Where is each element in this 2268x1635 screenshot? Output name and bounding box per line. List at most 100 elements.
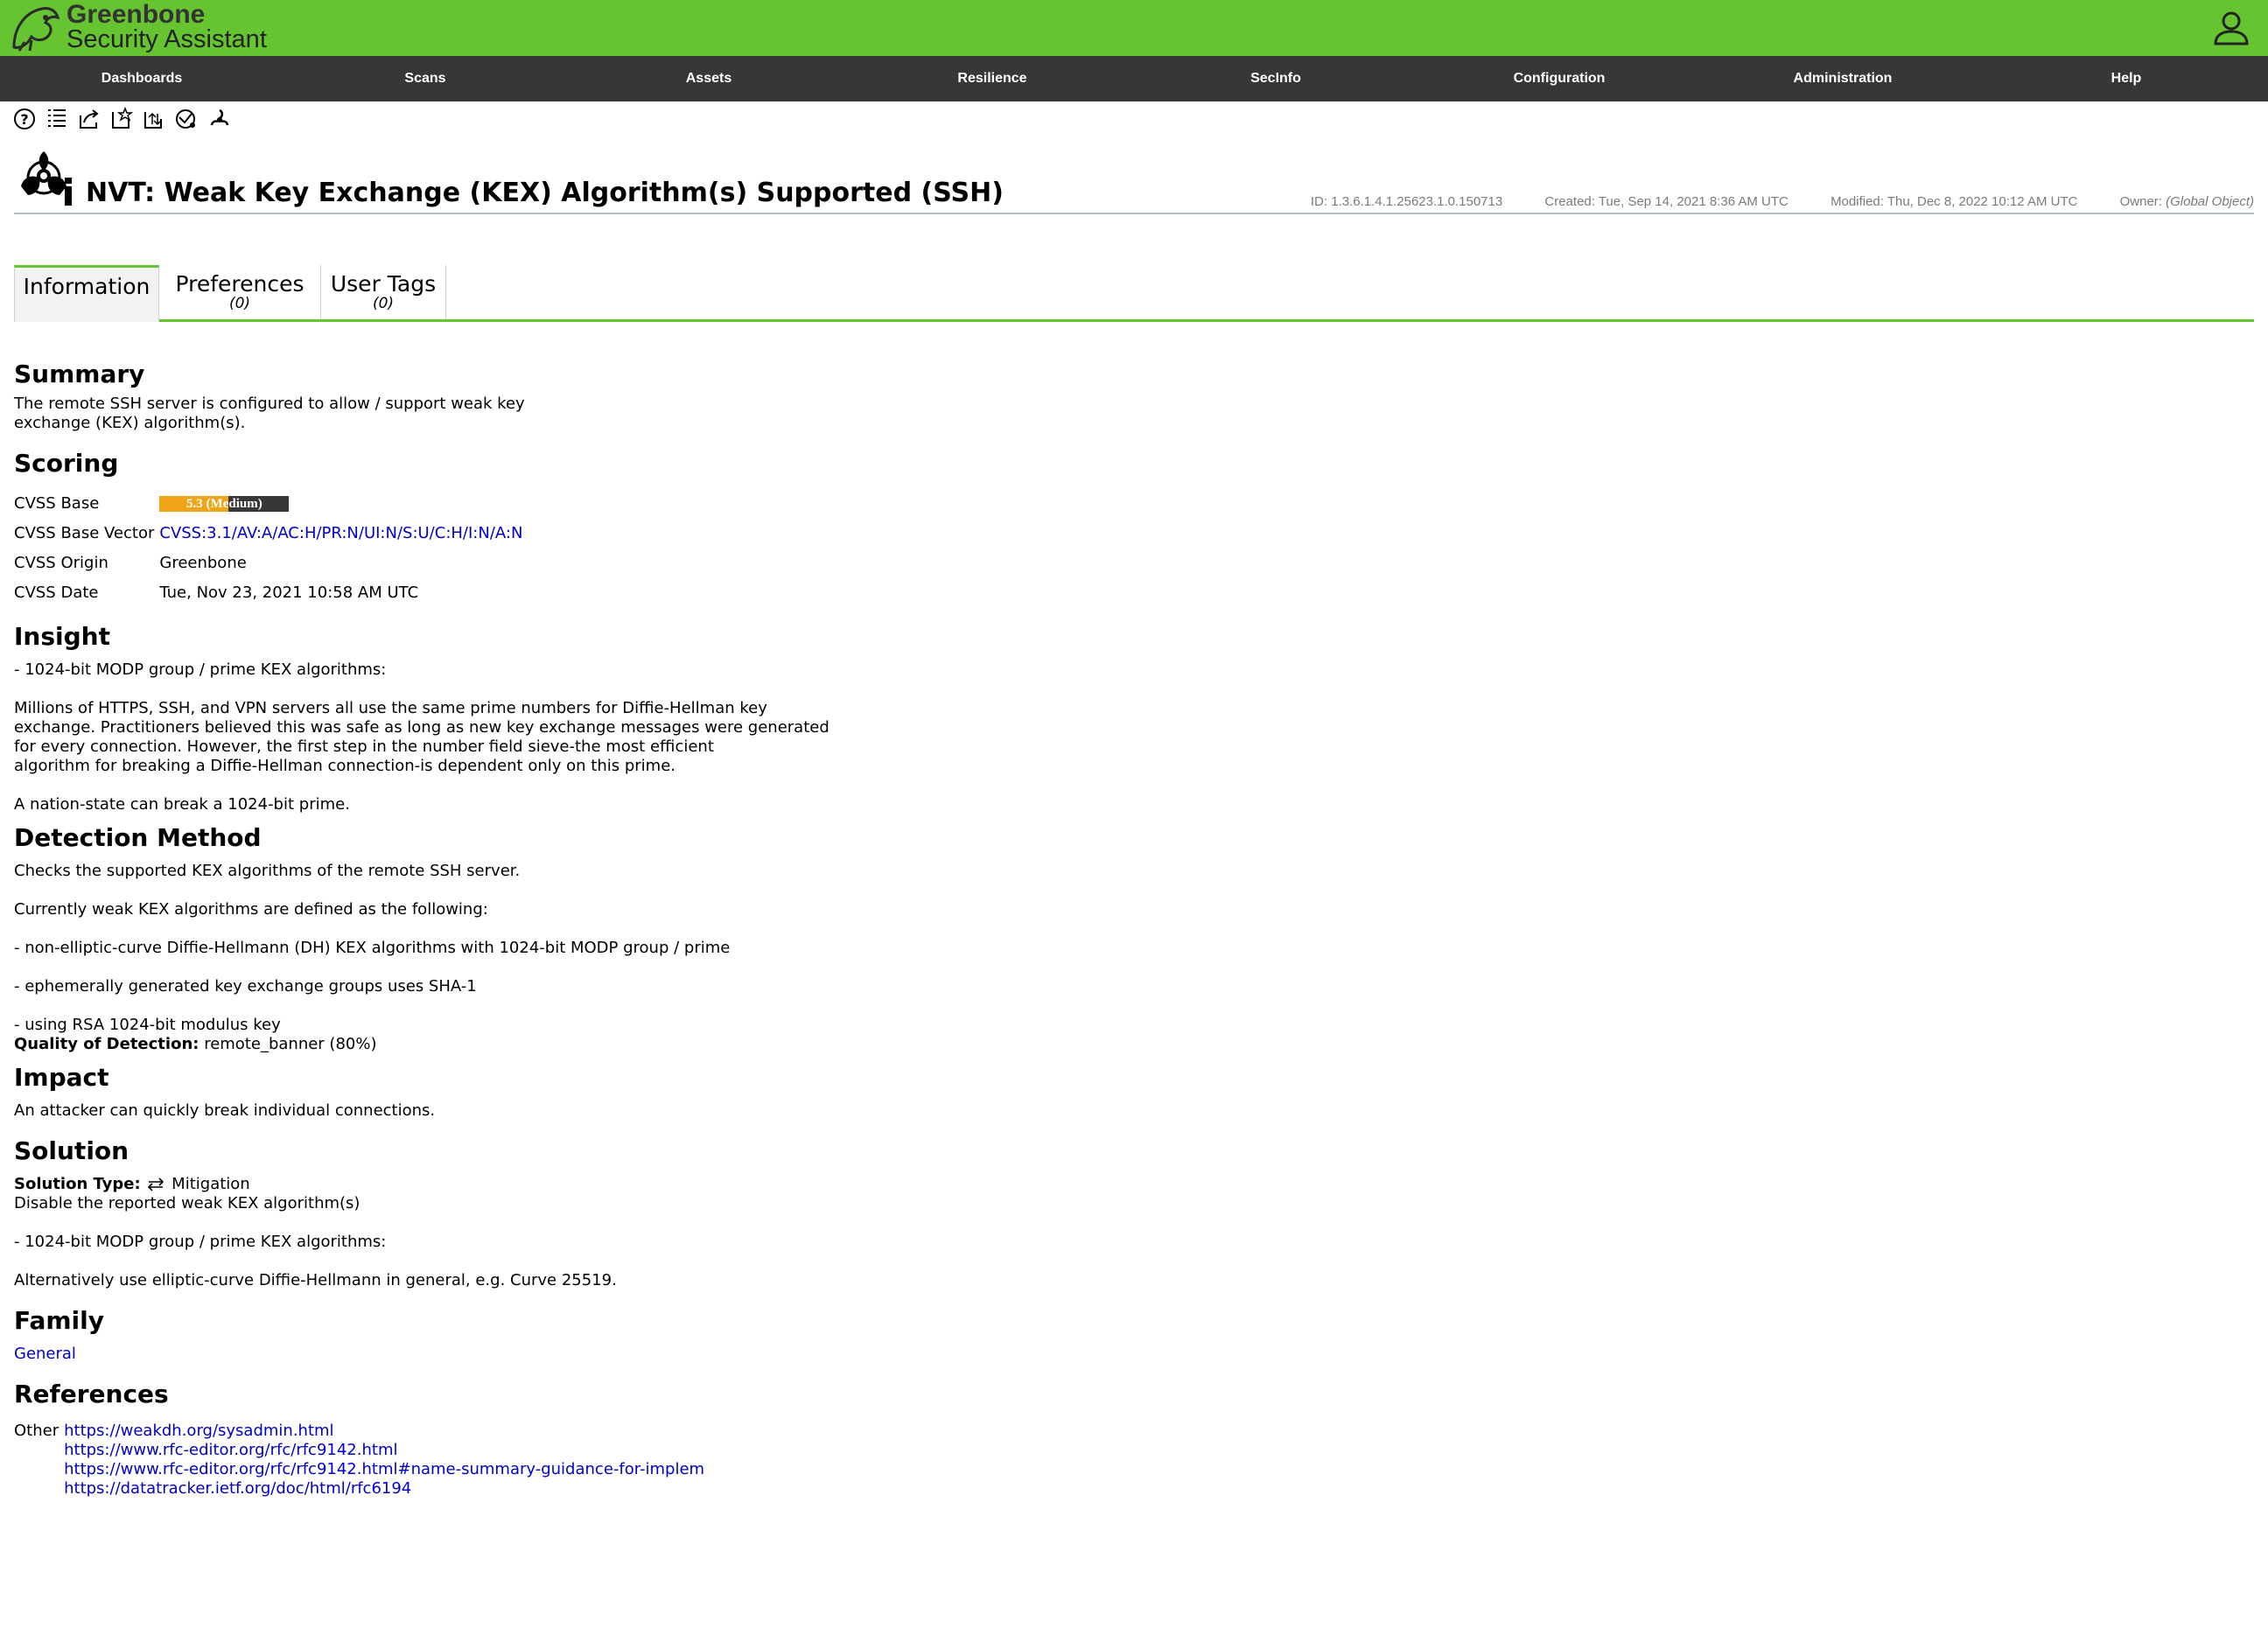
brand: Greenbone Security Assistant (66, 2, 267, 52)
insight-text: for every connection. However, the first… (14, 737, 714, 756)
scoring-section: Scoring CVSS Base 5.3 (Medium) CVSS Base… (14, 444, 1326, 613)
brand-name: Greenbone (66, 0, 206, 29)
references-heading: References (14, 1380, 169, 1408)
export-icon[interactable] (77, 107, 102, 131)
top-bar: Greenbone Security Assistant (0, 0, 2268, 57)
menu-dashboards[interactable]: Dashboards (54, 56, 229, 101)
tab-label: Information (23, 274, 150, 299)
qod-label: Quality of Detection: (14, 1035, 200, 1053)
insight-heading: Insight (14, 622, 110, 651)
menu-secinfo[interactable]: SecInfo (1188, 56, 1363, 101)
entity-meta: ID: 1.3.6.1.4.1.25623.1.0.150713 Created… (1272, 194, 2254, 209)
family-heading: Family (14, 1306, 105, 1335)
solution-type-label: Solution Type: (14, 1175, 141, 1193)
insight-text: A nation-state can break a 1024-bit prim… (14, 795, 350, 814)
severity-bar: 5.3 (Medium) (159, 496, 290, 512)
detection-text: Checks the supported KEX algorithms of t… (14, 862, 521, 880)
insight-section: Insight - 1024-bit MODP group / prime KE… (14, 617, 1326, 814)
tab-information[interactable]: Information (14, 265, 159, 322)
insight-text: - 1024-bit MODP group / prime KEX algori… (14, 660, 387, 679)
tab-preferences[interactable]: Preferences (0) (159, 265, 321, 319)
insight-text: Millions of HTTPS, SSH, and VPN servers … (14, 699, 767, 717)
impact-section: Impact An attacker can quickly break ind… (14, 1058, 1326, 1121)
vulnerabilities-icon[interactable] (207, 107, 232, 131)
qod-line: Quality of Detection: remote_banner (80%… (14, 1035, 1326, 1054)
family-link[interactable]: General (14, 1345, 76, 1363)
solution-text: Disable the reported weak KEX algorithm(… (14, 1194, 360, 1212)
menu-configuration[interactable]: Configuration (1472, 56, 1647, 101)
entity-modified: Modified: Thu, Dec 8, 2022 10:12 AM UTC (1830, 194, 2078, 209)
owner-value: (Global Object) (2166, 194, 2254, 209)
family-section: Family General (14, 1301, 1326, 1364)
menu-scans[interactable]: Scans (338, 56, 513, 101)
reference-link[interactable]: https://www.rfc-editor.org/rfc/rfc9142.h… (64, 1441, 397, 1459)
solution-section: Solution Solution Type: Mitigation Disab… (14, 1131, 1326, 1290)
solution-type-value: Mitigation (172, 1175, 250, 1193)
severity-text: 5.3 (Medium) (186, 497, 262, 511)
menu-help[interactable]: Help (2039, 56, 2214, 101)
results-icon[interactable] (174, 107, 199, 131)
detection-text: Currently weak KEX algorithms are define… (14, 900, 488, 919)
summary-line: exchange (KEX) algorithm(s). (14, 414, 246, 432)
entity-owner: Owner: (Global Object) (2120, 194, 2254, 209)
scoring-heading: Scoring (14, 449, 119, 478)
mitigation-icon (148, 1177, 164, 1191)
cvss-vector-link[interactable]: CVSS:3.1/AV:A/AC:H/PR:N/UI:N/S:U/C:H/I:N… (159, 524, 522, 542)
impact-text: An attacker can quickly break individual… (14, 1101, 436, 1120)
references-section: References Other https://weakdh.org/sysa… (14, 1374, 1326, 1499)
menu-assets[interactable]: Assets (621, 56, 796, 101)
entity-id: ID: 1.3.6.1.4.1.25623.1.0.150713 (1310, 194, 1503, 209)
qod-value: remote_banner (80%) (199, 1035, 377, 1053)
page-header: NVT: Weak Key Exchange (KEX) Algorithm(s… (14, 144, 2254, 214)
cvss-origin-label: CVSS Origin (14, 554, 108, 572)
insight-text: exchange. Practitioners believed this wa… (14, 718, 830, 737)
tab-count: (0) (372, 295, 395, 312)
page-title: NVT: Weak Key Exchange (KEX) Algorithm(s… (86, 178, 1004, 208)
tab-bar: Information Preferences (0) User Tags (0… (14, 265, 2254, 322)
reference-link[interactable]: https://www.rfc-editor.org/rfc/rfc9142.h… (64, 1460, 704, 1478)
reference-link[interactable]: https://datatracker.ietf.org/doc/html/rf… (64, 1479, 411, 1498)
list-icon[interactable] (45, 107, 69, 131)
cvss-base-label: CVSS Base (14, 494, 100, 513)
impact-heading: Impact (14, 1063, 109, 1092)
svg-text:?: ? (20, 111, 28, 128)
toolbar: ? (12, 107, 235, 133)
brand-subtitle: Security Assistant (66, 25, 267, 53)
nvt-details: Summary The remote SSH server is configu… (14, 354, 1326, 1502)
detection-text: - non-elliptic-curve Diffie-Hellmann (DH… (14, 939, 731, 957)
tab-user-tags[interactable]: User Tags (0) (321, 265, 446, 319)
cvss-vector-label: CVSS Base Vector (14, 524, 155, 542)
menu-administration[interactable]: Administration (1755, 56, 1930, 101)
references-table: Other https://weakdh.org/sysadmin.html h… (14, 1422, 704, 1499)
cvss-origin-value: Greenbone (159, 554, 247, 572)
reference-link[interactable]: https://weakdh.org/sysadmin.html (64, 1422, 333, 1440)
greenbone-logo-icon[interactable] (7, 2, 63, 54)
owner-label: Owner: (2119, 194, 2166, 209)
scoring-table: CVSS Base 5.3 (Medium) CVSS Base Vector … (14, 494, 528, 613)
references-other-label: Other (14, 1422, 60, 1440)
detection-section: Detection Method Checks the supported KE… (14, 818, 1326, 1054)
tab-label: Preferences (175, 271, 304, 297)
menu-resilience[interactable]: Resilience (905, 56, 1080, 101)
insight-text: algorithm for breaking a Diffie-Hellman … (14, 757, 676, 775)
detection-text: - using RSA 1024-bit modulus key (14, 1016, 281, 1034)
help-icon[interactable]: ? (12, 107, 37, 131)
nvt-biohazard-icon (21, 151, 72, 206)
summary-heading: Summary (14, 360, 145, 388)
solution-text: Alternatively use elliptic-curve Diffie-… (14, 1271, 617, 1289)
detection-heading: Detection Method (14, 823, 262, 852)
summary-line: The remote SSH server is configured to a… (14, 395, 525, 413)
tab-count: (0) (228, 295, 251, 312)
summary-section: Summary The remote SSH server is configu… (14, 354, 1326, 433)
solution-text: - 1024-bit MODP group / prime KEX algori… (14, 1233, 387, 1251)
new-note-icon[interactable] (109, 107, 134, 131)
solution-type-line: Solution Type: Mitigation (14, 1175, 1326, 1194)
cvss-date-value: Tue, Nov 23, 2021 10:58 AM UTC (159, 583, 419, 602)
new-override-icon[interactable] (142, 107, 166, 131)
main-menu: Dashboards Scans Assets Resilience SecIn… (0, 56, 2268, 101)
solution-heading: Solution (14, 1136, 130, 1165)
user-menu-icon[interactable] (2212, 9, 2250, 47)
detection-text: - ephemerally generated key exchange gro… (14, 977, 477, 996)
cvss-date-label: CVSS Date (14, 583, 99, 602)
tab-label: User Tags (330, 271, 437, 297)
